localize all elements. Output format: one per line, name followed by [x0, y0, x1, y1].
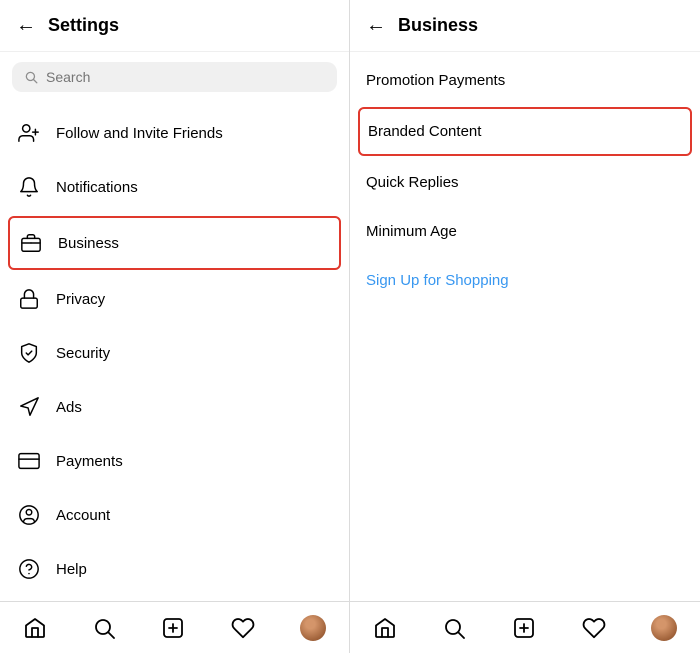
- sidebar-item-ads[interactable]: Ads: [0, 380, 349, 434]
- left-header-title: Settings: [48, 15, 119, 36]
- sidebar-item-label: Security: [56, 345, 110, 362]
- heart-nav-icon-right[interactable]: [582, 616, 606, 640]
- avatar-image-right: [651, 615, 677, 641]
- sidebar-item-privacy[interactable]: Privacy: [0, 272, 349, 326]
- right-item-minimum-age[interactable]: Minimum Age: [350, 207, 700, 256]
- left-panel: ← Settings Follow and Invite Friends: [0, 0, 350, 653]
- bell-icon: [16, 174, 42, 200]
- person-plus-icon: [16, 120, 42, 146]
- heart-nav-icon[interactable]: [231, 616, 255, 640]
- right-item-promotion-payments[interactable]: Promotion Payments: [350, 56, 700, 105]
- left-bottom-nav: [0, 601, 349, 653]
- avatar-nav-right[interactable]: [651, 615, 677, 641]
- settings-menu-list: Follow and Invite Friends Notifications: [0, 102, 349, 601]
- sidebar-item-label: Follow and Invite Friends: [56, 125, 223, 142]
- sidebar-item-security[interactable]: Security: [0, 326, 349, 380]
- right-bottom-nav: [350, 601, 700, 653]
- right-item-quick-replies[interactable]: Quick Replies: [350, 158, 700, 207]
- sidebar-item-label: Business: [58, 235, 119, 252]
- card-icon: [16, 448, 42, 474]
- sidebar-item-account[interactable]: Account: [0, 488, 349, 542]
- sidebar-item-label: Notifications: [56, 179, 138, 196]
- right-back-button[interactable]: ←: [366, 14, 386, 37]
- question-circle-icon: [16, 556, 42, 582]
- sidebar-item-follow-invite[interactable]: Follow and Invite Friends: [0, 106, 349, 160]
- sidebar-item-label: Privacy: [56, 291, 105, 308]
- sidebar-item-help[interactable]: Help: [0, 542, 349, 596]
- business-icon: [18, 230, 44, 256]
- left-back-button[interactable]: ←: [16, 14, 36, 37]
- search-icon: [24, 70, 38, 84]
- plus-nav-icon[interactable]: [161, 616, 185, 640]
- left-header: ← Settings: [0, 0, 349, 52]
- search-nav-icon-right[interactable]: [442, 616, 466, 640]
- shield-icon: [16, 340, 42, 366]
- right-panel: ← Business Promotion Payments Branded Co…: [350, 0, 700, 653]
- avatar-image: [300, 615, 326, 641]
- right-item-branded-content[interactable]: Branded Content: [358, 107, 692, 156]
- sidebar-item-label: Help: [56, 561, 87, 578]
- sidebar-item-label: Ads: [56, 399, 82, 416]
- circle-person-icon: [16, 502, 42, 528]
- right-header: ← Business: [350, 0, 700, 52]
- megaphone-icon: [16, 394, 42, 420]
- search-nav-icon[interactable]: [92, 616, 116, 640]
- sidebar-item-notifications[interactable]: Notifications: [0, 160, 349, 214]
- sidebar-item-business[interactable]: Business: [8, 216, 341, 270]
- sidebar-item-label: Payments: [56, 453, 123, 470]
- home-nav-icon-right[interactable]: [373, 616, 397, 640]
- search-bar: [12, 62, 337, 92]
- lock-icon: [16, 286, 42, 312]
- sidebar-item-label: Account: [56, 507, 110, 524]
- right-item-sign-up-shopping[interactable]: Sign Up for Shopping: [350, 256, 700, 305]
- search-input[interactable]: [46, 69, 325, 85]
- right-header-title: Business: [398, 15, 478, 36]
- plus-nav-icon-right[interactable]: [512, 616, 536, 640]
- sidebar-item-payments[interactable]: Payments: [0, 434, 349, 488]
- business-menu-list: Promotion Payments Branded Content Quick…: [350, 52, 700, 601]
- avatar-nav[interactable]: [300, 615, 326, 641]
- home-nav-icon[interactable]: [23, 616, 47, 640]
